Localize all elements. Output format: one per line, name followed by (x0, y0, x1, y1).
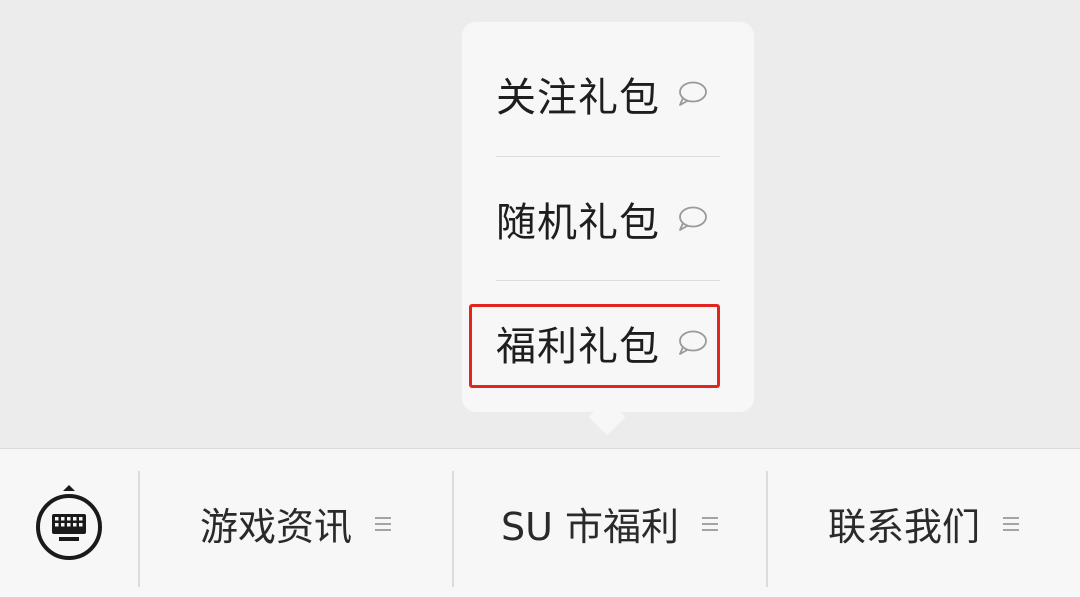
menu-item-label: 联系我们 (827, 505, 980, 549)
menu-su-welfare[interactable]: SU 市福利 (454, 449, 766, 597)
chat-bubble-icon (676, 80, 708, 108)
submenu-item-label: 关注礼包 (496, 75, 660, 121)
keyboard-toggle-button[interactable] (0, 449, 138, 597)
menu-lines-icon (1002, 515, 1020, 533)
keyboard-icon (34, 482, 104, 566)
menu-item-label: SU 市福利 (500, 505, 679, 549)
submenu-item-follow-gift[interactable]: 关注礼包 (496, 32, 720, 156)
menu-contact-us[interactable]: 联系我们 (768, 449, 1080, 597)
menu-lines-icon (701, 515, 719, 533)
menu-game-news[interactable]: 游戏资讯 (140, 449, 452, 597)
menu-lines-icon (374, 515, 392, 533)
bottom-menu-bar: 游戏资讯 SU 市福利 联系我们 (0, 448, 1080, 597)
submenu-item-random-gift[interactable]: 随机礼包 (496, 156, 720, 280)
highlight-box (469, 304, 720, 388)
chat-bubble-icon (676, 205, 708, 233)
menu-item-label: 游戏资讯 (199, 505, 352, 549)
submenu-item-label: 随机礼包 (496, 199, 660, 246)
